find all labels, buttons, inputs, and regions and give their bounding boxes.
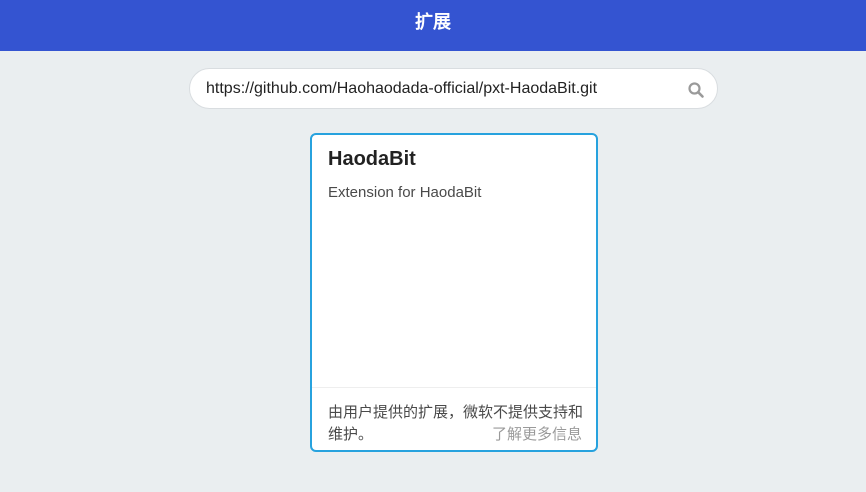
search-input[interactable]	[206, 69, 676, 108]
card-divider	[312, 387, 596, 388]
header-bar: 扩展	[0, 0, 866, 51]
search-icon[interactable]	[687, 81, 705, 99]
page-title: 扩展	[415, 11, 451, 33]
extension-description: Extension for HaodaBit	[328, 184, 482, 201]
search-box	[189, 68, 718, 109]
learn-more-link[interactable]: 了解更多信息	[492, 423, 582, 445]
extension-title: HaodaBit	[328, 148, 416, 170]
extension-card[interactable]: HaodaBit Extension for HaodaBit 由用户提供的扩展…	[310, 133, 598, 452]
